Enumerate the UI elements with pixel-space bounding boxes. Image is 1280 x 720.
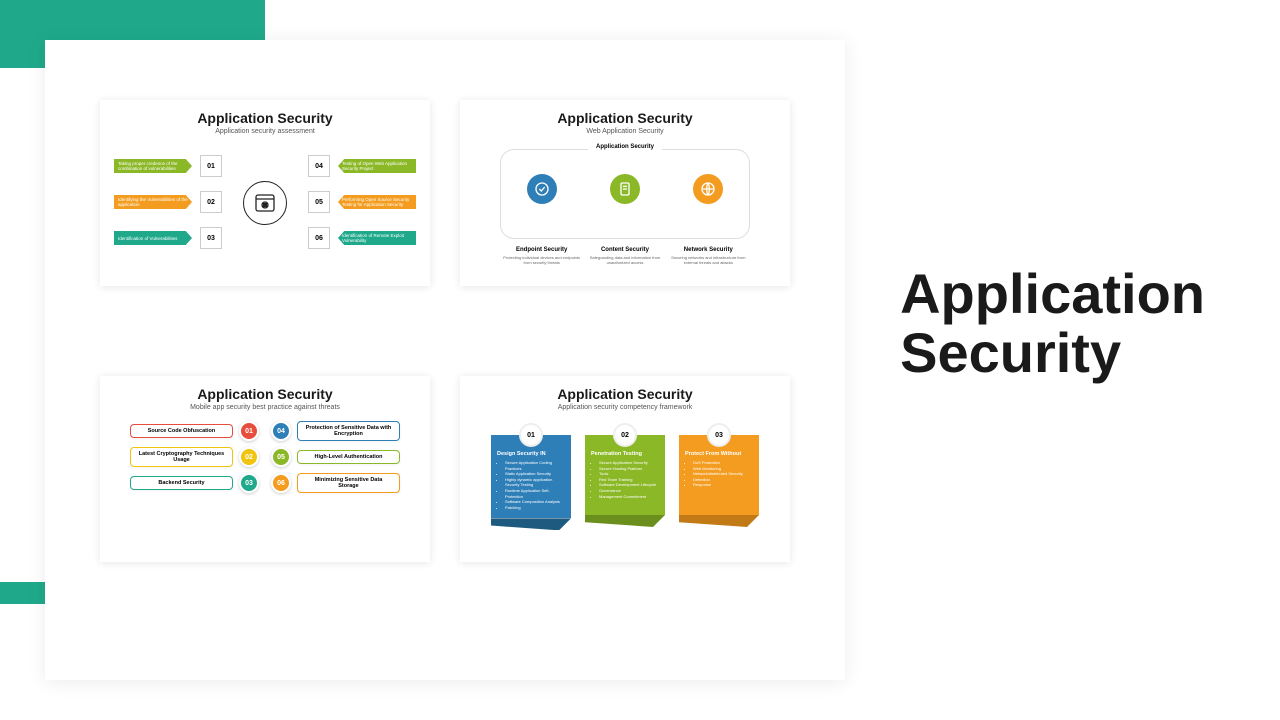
card-list-item: Management Commitment: [599, 494, 659, 500]
slide-subtitle: Application security assessment: [100, 128, 430, 135]
tag-left: Taking proper credence of the combinatio…: [114, 159, 192, 173]
category-desc: Securing networks and infrastructure fro…: [668, 255, 748, 265]
tag-left: Identifying the Vulnerabilities of the a…: [114, 195, 192, 209]
slide-title: Application Security: [460, 100, 790, 126]
frame-label: Application Security: [588, 144, 662, 150]
category-title: Content Security: [585, 247, 665, 253]
hex-number: 03: [200, 227, 222, 249]
slide2-frame: Application Security: [500, 149, 750, 239]
practice-box: Minimizing Sensitive Data Storage: [297, 473, 400, 493]
practice-box: Latest Cryptography Techniques Usage: [130, 447, 233, 467]
category-title: Network Security: [668, 247, 748, 253]
practice-row: Source Code Obfuscation 01: [130, 421, 259, 441]
competency-card: 02 Penetration Testing Secure Applicatio…: [585, 423, 665, 530]
category-column: Network Security Securing networks and in…: [668, 247, 748, 265]
slide-title: Application Security: [100, 100, 430, 126]
card-list: Secure Application SecuritySecure Hostin…: [591, 460, 659, 499]
slide-canvas: Application Security Application securit…: [45, 40, 845, 680]
tag-left: Identification of Vulnerabilities: [114, 231, 192, 245]
competency-card: 01 Design Security IN Secure Application…: [491, 423, 571, 530]
page-title: Application Security: [900, 265, 1205, 383]
slide-subtitle: Mobile app security best practice agains…: [100, 404, 430, 411]
lock-browser-icon: [243, 181, 287, 225]
practice-number: 06: [271, 473, 291, 493]
card-title: Design Security IN: [497, 451, 565, 457]
category-icon: [610, 174, 640, 204]
card-list: DoS ProtectionWeb MonitoringNetwork/dist…: [685, 460, 753, 488]
card-fold: [679, 515, 759, 527]
competency-card: 03 Protect From Without DoS ProtectionWe…: [679, 423, 759, 530]
card-fold: [491, 518, 571, 530]
card-title: Penetration Testing: [591, 451, 659, 457]
slide-title: Application Security: [460, 376, 790, 402]
card-list-item: Secure Application Coding Practices: [505, 460, 565, 471]
category-icon: [527, 174, 557, 204]
category-desc: Protecting individual devices and endpoi…: [502, 255, 582, 265]
practice-box: Backend Security: [130, 476, 233, 490]
card-title: Protect From Without: [685, 451, 753, 457]
category-column: Content Security Safeguarding data and in…: [585, 247, 665, 265]
tag-right: Identification of Remote Exploit Vulnera…: [338, 231, 416, 245]
practice-row: High-Level Authentication 05: [271, 447, 400, 467]
hex-number: 06: [308, 227, 330, 249]
card-list-item: Runtime Application Self-Protection: [505, 488, 565, 499]
card-list: Secure Application Coding PracticesStati…: [497, 460, 565, 510]
slide-title: Application Security: [100, 376, 430, 402]
hex-number: 02: [200, 191, 222, 213]
practice-number: 01: [239, 421, 259, 441]
card-list-item: Software Composition Analysis: [505, 499, 565, 505]
practice-number: 05: [271, 447, 291, 467]
category-column: Endpoint Security Protecting individual d…: [502, 247, 582, 265]
card-list-item: Response: [693, 482, 753, 488]
practice-row: Latest Cryptography Techniques Usage 02: [130, 447, 259, 467]
practice-number: 04: [271, 421, 291, 441]
practice-box: Source Code Obfuscation: [130, 424, 233, 438]
slide-grid: Application Security Application securit…: [100, 100, 790, 562]
page-title-line1: Application: [900, 262, 1205, 325]
slide-1[interactable]: Application Security Application securit…: [100, 100, 430, 286]
practice-row: Backend Security 03: [130, 473, 259, 493]
card-banner: Design Security IN Secure Application Co…: [491, 435, 571, 518]
category-desc: Safeguarding data and information from u…: [585, 255, 665, 265]
card-fold: [585, 515, 665, 527]
tag-right: Performing Open Source Security Testing …: [338, 195, 416, 209]
practice-number: 03: [239, 473, 259, 493]
slide-2[interactable]: Application Security Web Application Sec…: [460, 100, 790, 286]
category-title: Endpoint Security: [502, 247, 582, 253]
page-title-line2: Security: [900, 321, 1121, 384]
practice-box: High-Level Authentication: [297, 450, 400, 464]
card-number: 02: [613, 423, 637, 447]
slide-subtitle: Web Application Security: [460, 128, 790, 135]
card-number: 01: [519, 423, 543, 447]
practice-number: 02: [239, 447, 259, 467]
practice-row: Minimizing Sensitive Data Storage 06: [271, 473, 400, 493]
card-banner: Protect From Without DoS ProtectionWeb M…: [679, 435, 759, 515]
card-list-item: Highly dynamic application Security Test…: [505, 477, 565, 488]
slide-3[interactable]: Application Security Mobile app security…: [100, 376, 430, 562]
hex-number: 04: [308, 155, 330, 177]
card-banner: Penetration Testing Secure Application S…: [585, 435, 665, 515]
category-icon: [693, 174, 723, 204]
practice-row: Protection of Sensitive Data with Encryp…: [271, 421, 400, 441]
hex-number: 01: [200, 155, 222, 177]
card-list-item: Patching: [505, 505, 565, 511]
slide-subtitle: Application security competency framewor…: [460, 404, 790, 411]
practice-box: Protection of Sensitive Data with Encryp…: [297, 421, 400, 441]
tag-right: Testing of Open Web Application Security…: [338, 159, 416, 173]
slide-4[interactable]: Application Security Application securit…: [460, 376, 790, 562]
card-number: 03: [707, 423, 731, 447]
hex-number: 05: [308, 191, 330, 213]
slide1-body: Taking proper credence of the combinatio…: [100, 141, 430, 281]
